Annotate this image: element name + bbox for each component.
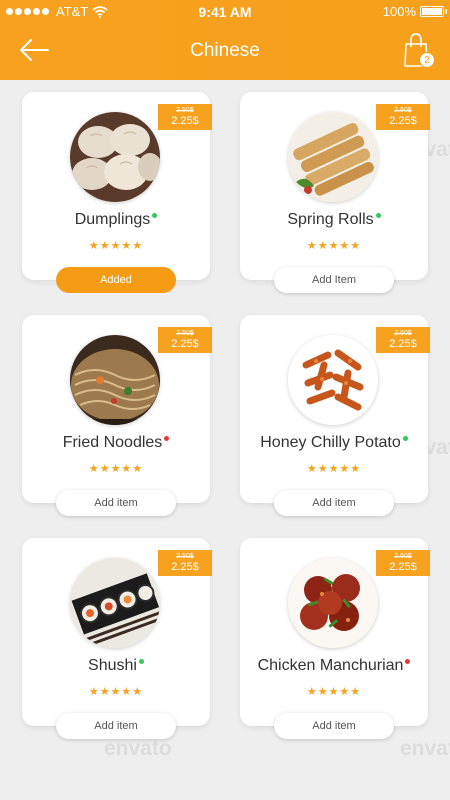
rating-stars: ★★★★★ (22, 685, 210, 698)
spring-rolls-image (288, 112, 378, 202)
price-tag: 2.50$ 2.25$ (376, 327, 430, 353)
item-name: Spring Rolls (240, 211, 428, 229)
item-name-text: Spring Rolls (287, 211, 374, 228)
status-dot (164, 436, 170, 441)
stars-text: ★★★★★ (88, 686, 144, 698)
old-price: 2.50$ (394, 330, 412, 337)
battery-fill (422, 8, 442, 15)
add-item-button[interactable]: Add item (56, 713, 176, 739)
food-card[interactable]: 2.50$ 2.25$ Shushi ★★★★★ Add item (22, 538, 212, 739)
add-item-button[interactable]: Add item (56, 490, 176, 516)
price: 2.25$ (389, 338, 417, 350)
status-bar: AT&T 9:41 AM 100% (0, 0, 450, 24)
status-right: 100% (382, 4, 447, 19)
honey-chilly-potato-image (288, 335, 378, 425)
status-dot (402, 436, 408, 441)
old-price: 2.50$ (176, 107, 194, 114)
add-item-button[interactable]: Add Item (274, 267, 394, 293)
food-card[interactable]: 2.50$ 2.25$ Chicken Manchurian ★★★★★ Add… (240, 538, 430, 739)
battery-icon (420, 6, 447, 17)
food-card[interactable]: 2.50$ 2.25$ Fried Noodles ★★★★★ Add item (22, 315, 212, 516)
rating-stars: ★★★★★ (240, 685, 428, 698)
price-tag: 2.50$ 2.25$ (158, 550, 212, 576)
fried-noodles-image (70, 335, 160, 425)
stars-text: ★★★★★ (306, 686, 362, 698)
item-name-text: Dumplings (74, 211, 151, 228)
price-tag: 2.50$ 2.25$ (158, 327, 212, 353)
food-card[interactable]: 2.50$ 2.25$ Spring Rolls ★★★★★ Add Item (240, 92, 430, 293)
price: 2.25$ (389, 115, 417, 127)
item-name-text: Shushi (88, 657, 137, 674)
old-price: 2.50$ (394, 107, 412, 114)
item-name: Fried Noodles (22, 434, 210, 452)
price: 2.25$ (171, 115, 199, 127)
page-title: Chinese (190, 40, 260, 61)
rating-stars: ★★★★★ (22, 239, 210, 252)
food-card[interactable]: 2.50$ 2.25$ Dumplings ★★★★★ Added (22, 92, 212, 293)
old-price: 2.50$ (176, 330, 194, 337)
added-button[interactable]: Added (56, 267, 176, 293)
add-item-button[interactable]: Add item (274, 490, 394, 516)
status-dot (405, 659, 411, 664)
dumplings-image (70, 112, 160, 202)
status-dot (138, 659, 144, 664)
price: 2.25$ (171, 561, 199, 573)
item-name-text: Honey Chilly Potato (260, 434, 401, 451)
price: 2.25$ (389, 561, 417, 573)
price-tag: 2.50$ 2.25$ (376, 104, 430, 130)
food-card[interactable]: 2.50$ 2.25$ Honey Chilly Potato ★★★★★ Ad… (240, 315, 430, 516)
price-tag: 2.50$ 2.25$ (158, 104, 212, 130)
chicken-manchurian-image (288, 558, 378, 648)
stars-text: ★★★★★ (306, 463, 362, 475)
stars-text: ★★★★★ (88, 463, 144, 475)
add-item-button[interactable]: Add item (274, 713, 394, 739)
item-name: Chicken Manchurian (240, 657, 428, 675)
status-dot (152, 213, 158, 218)
rating-stars: ★★★★★ (22, 462, 210, 475)
item-name: Dumplings (22, 211, 210, 229)
old-price: 2.50$ (394, 553, 412, 560)
item-name: Shushi (22, 657, 210, 675)
stars-text: ★★★★★ (306, 240, 362, 252)
price-tag: 2.50$ 2.25$ (376, 550, 430, 576)
item-name-text: Chicken Manchurian (257, 657, 404, 674)
cart-count-badge: 2 (419, 52, 435, 68)
stars-text: ★★★★★ (88, 240, 144, 252)
watermark: envato (104, 737, 172, 760)
item-name-text: Fried Noodles (62, 434, 163, 451)
app-header: AT&T 9:41 AM 100% Chinese 2 (0, 0, 450, 80)
watermark: envato (400, 737, 450, 760)
rating-stars: ★★★★★ (240, 239, 428, 252)
rating-stars: ★★★★★ (240, 462, 428, 475)
battery-label: 100% (382, 4, 416, 19)
status-dot (375, 213, 381, 218)
old-price: 2.50$ (176, 553, 194, 560)
item-name: Honey Chilly Potato (240, 434, 428, 452)
sushi-image (70, 558, 160, 648)
price: 2.25$ (171, 338, 199, 350)
